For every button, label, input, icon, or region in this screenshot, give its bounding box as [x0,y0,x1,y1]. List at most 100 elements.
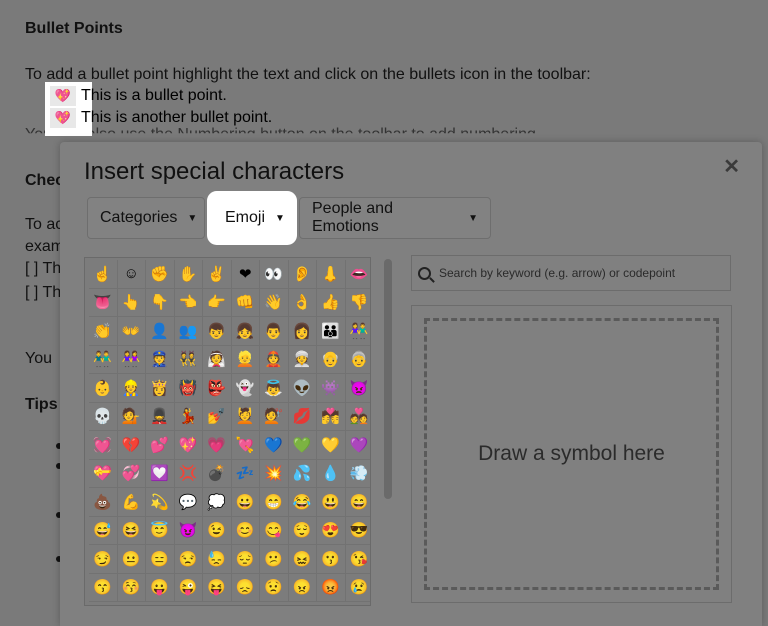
emoji-cell[interactable]: 👲 [260,345,289,374]
emoji-cell[interactable]: 💜 [345,431,370,460]
emoji-cell[interactable]: 💪 [117,488,146,517]
emoji-cell[interactable]: 👅 [89,288,118,317]
emoji-cell[interactable]: 😟 [260,573,289,602]
emoji-cell[interactable]: 😝 [203,573,232,602]
emoji-cell[interactable]: 👼 [260,374,289,403]
emoji-cell[interactable]: 👳 [288,345,317,374]
subcategory-dropdown[interactable]: People and Emotions ▼ [299,197,491,239]
emoji-cell[interactable]: 😐 [117,545,146,574]
categories-dropdown[interactable]: Categories ▼ [87,197,205,239]
emoji-cell[interactable]: 😁 [260,488,289,517]
emoji-cell[interactable]: 💇 [260,402,289,431]
emoji-cell[interactable]: 💙 [260,431,289,460]
emoji-cell[interactable]: 👋 [260,288,289,317]
emoji-cell[interactable]: 👬 [89,345,118,374]
emoji-cell[interactable]: 😆 [117,516,146,545]
emoji-cell[interactable]: 👷 [117,374,146,403]
emoji-cell[interactable]: 👂 [288,260,317,289]
emoji-cell[interactable]: 💋 [288,402,317,431]
emoji-cell[interactable]: 👐 [117,317,146,346]
emoji-cell[interactable]: 👺 [203,374,232,403]
emoji-cell[interactable]: 💭 [203,488,232,517]
emoji-cell[interactable]: 👇 [146,288,175,317]
emoji-cell[interactable]: 👃 [317,260,346,289]
emoji-cell[interactable]: 👤 [146,317,175,346]
emoji-cell[interactable]: 😙 [89,573,118,602]
emoji-cell[interactable]: 👹 [174,374,203,403]
emoji-cell[interactable]: 👩 [288,317,317,346]
emoji-cell[interactable]: 😜 [174,573,203,602]
emoji-cell[interactable]: 👫 [345,317,370,346]
emoji-cell[interactable]: 💩 [89,488,118,517]
emoji-cell[interactable]: 😑 [146,545,175,574]
close-icon[interactable]: ✕ [723,154,740,179]
emoji-cell[interactable]: 💢 [174,459,203,488]
emoji-cell[interactable]: 💦 [288,459,317,488]
emoji-dropdown[interactable]: Emoji ▼ [213,197,291,239]
emoji-cell[interactable]: 😅 [89,516,118,545]
emoji-cell[interactable]: 💞 [117,459,146,488]
emoji-cell[interactable]: 💔 [117,431,146,460]
emoji-cell[interactable]: 👻 [231,374,260,403]
emoji-cell[interactable]: 👈 [174,288,203,317]
emoji-cell[interactable]: 👄 [345,260,370,289]
emoji-cell[interactable]: 💑 [345,403,370,431]
emoji-cell[interactable]: 👭 [117,345,146,374]
emoji-cell[interactable]: 👏 [89,317,118,346]
emoji-cell[interactable]: 💚 [288,431,317,460]
emoji-cell[interactable]: 💥 [260,459,289,488]
emoji-grid-scrollbar[interactable] [384,259,392,499]
emoji-cell[interactable]: 💃 [174,402,203,431]
emoji-cell[interactable]: 👵 [345,346,370,374]
emoji-cell[interactable]: 💆 [231,402,260,431]
emoji-cell[interactable]: 😒 [174,545,203,574]
emoji-cell[interactable]: 👿 [345,374,370,403]
emoji-cell[interactable]: 😓 [203,545,232,574]
emoji-cell[interactable]: 👀 [260,260,289,289]
emoji-cell[interactable]: 👉 [203,288,232,317]
emoji-cell[interactable]: 😘 [345,545,370,574]
emoji-cell[interactable]: ✋ [174,260,203,289]
emoji-cell[interactable]: 💕 [146,431,175,460]
emoji-cell[interactable]: 💀 [89,402,118,431]
emoji-cell[interactable]: ✌ [203,260,232,289]
emoji-cell[interactable]: 😚 [117,573,146,602]
emoji-cell[interactable]: 👊 [231,288,260,317]
emoji-cell[interactable]: ✊ [146,260,175,289]
emoji-cell[interactable]: 👯 [174,345,203,374]
emoji-cell[interactable]: 😃 [317,488,346,517]
emoji-cell[interactable]: 💓 [89,431,118,460]
emoji-cell[interactable]: ☺ [117,260,146,289]
emoji-cell[interactable]: 😀 [231,488,260,517]
emoji-cell[interactable]: 😡 [317,573,346,602]
emoji-cell[interactable]: 👰 [203,345,232,374]
emoji-cell[interactable]: 👶 [89,374,118,403]
emoji-cell[interactable]: 👨 [260,317,289,346]
emoji-cell[interactable]: 💣 [203,459,232,488]
emoji-cell[interactable]: 😞 [231,573,260,602]
emoji-cell[interactable]: 👌 [288,288,317,317]
emoji-cell[interactable]: 👾 [317,374,346,403]
emoji-cell[interactable]: 😢 [345,574,370,602]
emoji-cell[interactable]: 💘 [231,431,260,460]
emoji-cell[interactable]: 👽 [288,374,317,403]
emoji-cell[interactable]: 👪 [317,317,346,346]
emoji-cell[interactable]: 💤 [231,459,260,488]
emoji-cell[interactable]: 👴 [317,345,346,374]
emoji-cell[interactable]: 😕 [260,545,289,574]
emoji-cell[interactable]: 💬 [174,488,203,517]
emoji-cell[interactable]: 😗 [317,545,346,574]
emoji-cell[interactable]: 💏 [317,402,346,431]
emoji-cell[interactable]: 💫 [146,488,175,517]
emoji-cell[interactable]: 💂 [146,402,175,431]
emoji-cell[interactable]: 💝 [89,459,118,488]
emoji-cell[interactable]: 👆 [117,288,146,317]
emoji-cell[interactable]: 💁 [117,402,146,431]
emoji-cell[interactable]: 😠 [288,573,317,602]
emoji-cell[interactable]: 👥 [174,317,203,346]
emoji-cell[interactable]: 💖 [174,431,203,460]
emoji-cell[interactable]: 😛 [146,573,175,602]
emoji-cell[interactable]: 💧 [317,459,346,488]
emoji-cell[interactable]: 💗 [203,431,232,460]
emoji-cell[interactable]: 👦 [203,317,232,346]
